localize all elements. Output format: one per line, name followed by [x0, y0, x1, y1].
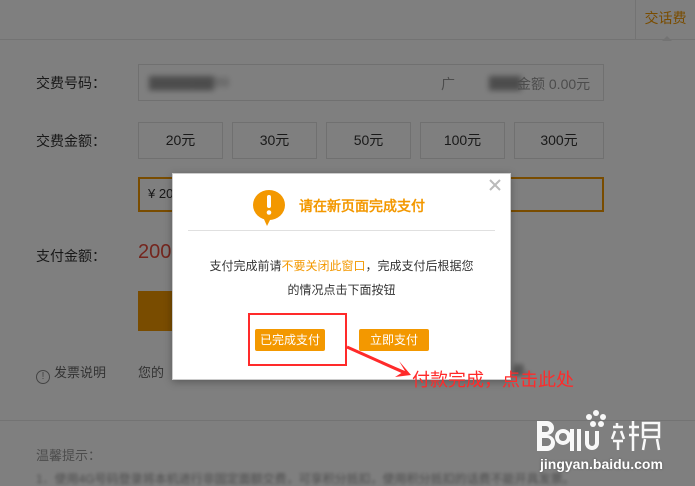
dialog-title: 请在新页面完成支付: [299, 198, 425, 214]
msg-line2: 的情况点击下面按钮: [287, 283, 396, 297]
annotation-highlight-box: [248, 313, 347, 366]
msg-highlight: 不要关闭此窗口: [281, 259, 366, 273]
msg-after: ，完成支付后根据您: [365, 259, 474, 273]
red-arrow-icon: [346, 345, 411, 377]
dialog-message: 支付完成前请不要关闭此窗口，完成支付后根据您 的情况点击下面按钮: [173, 254, 510, 302]
warning-bubble-icon: [253, 190, 285, 226]
annotation-text: 付款完成，点击此处: [412, 370, 574, 390]
dialog-header: 请在新页面完成支付: [173, 188, 510, 228]
dialog-divider: [188, 230, 495, 231]
watermark-url: jingyan.baidu.com: [540, 456, 663, 472]
baidu-jingyan-logo: [537, 410, 661, 451]
msg-before: 支付完成前请: [209, 259, 282, 273]
